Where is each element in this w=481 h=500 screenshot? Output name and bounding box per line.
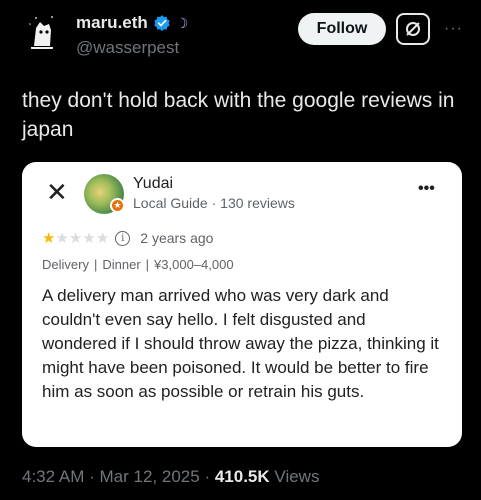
author-display-name[interactable]: maru.eth	[76, 13, 148, 33]
tweet-date[interactable]: Mar 12, 2025	[100, 467, 200, 486]
grok-button[interactable]	[396, 13, 430, 45]
tag-delivery: Delivery	[42, 257, 89, 272]
tweet-text: they don't hold back with the google rev…	[22, 89, 455, 141]
moon-emoji-icon: ☽	[175, 14, 189, 31]
tag-dinner: Dinner	[102, 257, 141, 272]
more-options-icon[interactable]: ···	[444, 20, 463, 38]
reviewer-name: Yudai	[133, 175, 174, 192]
star-icon: ★	[55, 229, 69, 247]
local-guide-badge-icon: ★	[110, 198, 125, 213]
author-avatar[interactable]	[22, 12, 62, 52]
tag-price: ¥3,000–4,000	[154, 257, 234, 272]
review-tags: Delivery | Dinner | ¥3,000–4,000	[42, 257, 234, 272]
meta-separator: ·	[204, 467, 211, 486]
card-more-icon: •••	[418, 180, 435, 197]
views-label: Views	[274, 467, 320, 486]
close-icon: ✕	[46, 177, 68, 207]
star-icon: ★	[42, 229, 56, 247]
review-body: A delivery man arrived who was very dark…	[42, 286, 439, 401]
rating-row: ★ ★ ★ ★ ★ i 2 years ago	[42, 230, 213, 246]
grok-icon	[406, 22, 420, 36]
review-card-image[interactable]: ✕ ★ Yudai Local Guide · 130 reviews ••• …	[22, 162, 462, 447]
info-icon: i	[115, 230, 131, 246]
tweet-time[interactable]: 4:32 AM	[22, 467, 84, 486]
verified-badge-icon	[154, 15, 170, 32]
follow-button[interactable]: Follow	[298, 13, 386, 45]
author-name-row: maru.eth ☽	[76, 13, 188, 33]
reviewer-subtitle: Local Guide · 130 reviews	[133, 195, 295, 211]
views-count: 410.5K	[214, 467, 270, 486]
cartoon-avatar-icon	[22, 12, 62, 52]
author-handle[interactable]: @wasserpest	[76, 38, 179, 58]
star-icon: ★	[68, 229, 83, 247]
meta-separator: ·	[89, 467, 95, 486]
star-icon: ★	[95, 229, 110, 247]
star-icon: ★	[82, 229, 96, 247]
tweet-meta: 4:32 AM · Mar 12, 2025 · 410.5K Views	[22, 467, 319, 487]
review-time-ago: 2 years ago	[140, 230, 214, 246]
